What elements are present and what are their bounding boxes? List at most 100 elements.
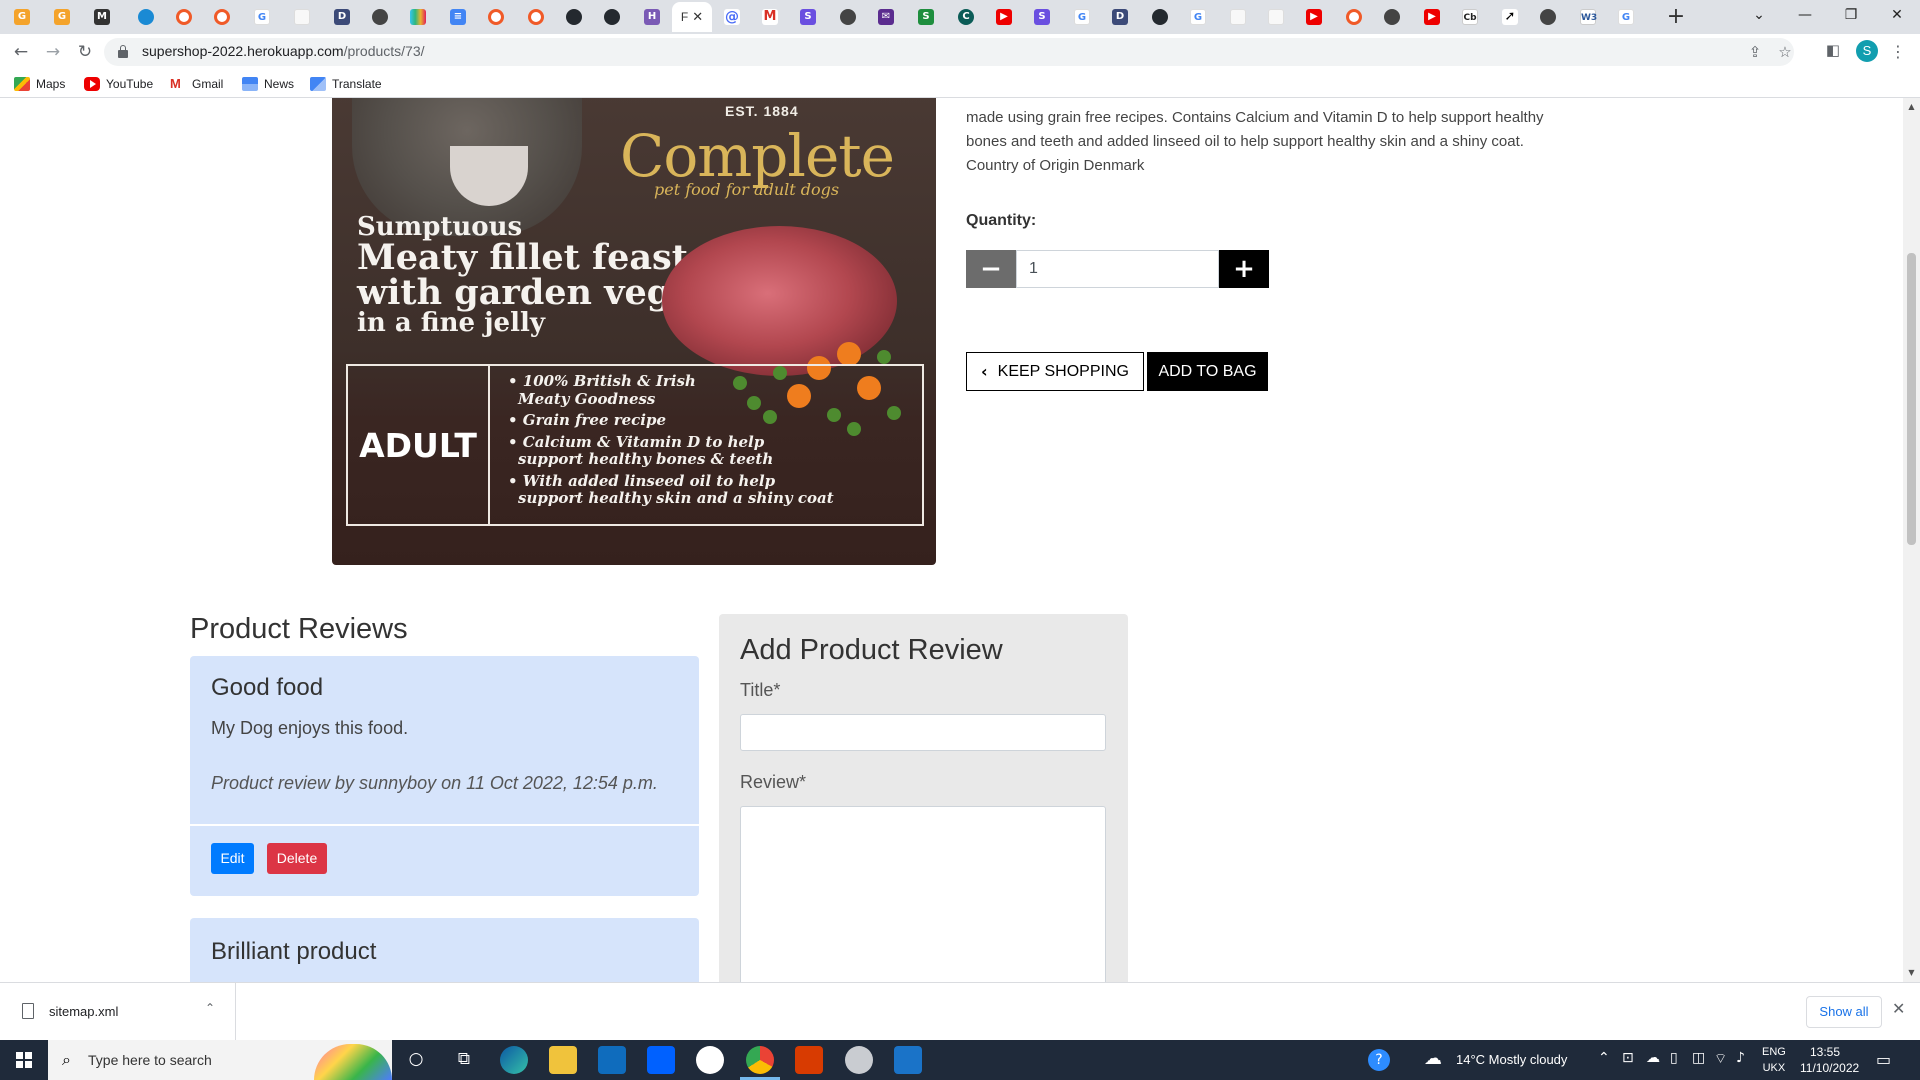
review-title-input[interactable]: [740, 714, 1106, 751]
taskbar-clock[interactable]: 13:55 11/10/2022: [1800, 1044, 1859, 1076]
download-item[interactable]: sitemap.xml ⌃: [0, 983, 236, 1041]
close-tab-icon[interactable]: ✕: [692, 10, 703, 25]
file-explorer-icon[interactable]: [549, 1046, 577, 1074]
office-icon[interactable]: [795, 1046, 823, 1074]
show-all-downloads-button[interactable]: Show all: [1806, 996, 1882, 1028]
browser-tab[interactable]: G: [1180, 2, 1216, 32]
browser-tab[interactable]: ▶: [986, 2, 1022, 32]
browser-tab[interactable]: H: [634, 2, 670, 32]
browser-tab[interactable]: ≡: [440, 2, 476, 32]
browser-tab[interactable]: S: [908, 2, 944, 32]
review-text-area[interactable]: [740, 806, 1106, 982]
browser-tab[interactable]: [1220, 2, 1256, 32]
camera-icon[interactable]: ◫: [1692, 1050, 1705, 1066]
help-icon[interactable]: ?: [1368, 1049, 1390, 1071]
mail-icon[interactable]: [598, 1046, 626, 1074]
browser-tab[interactable]: [478, 2, 514, 32]
browser-tab[interactable]: G: [244, 2, 280, 32]
browser-tab[interactable]: G: [44, 2, 80, 32]
browser-tab[interactable]: [284, 2, 320, 32]
reload-icon[interactable]: ↻: [72, 39, 98, 65]
browser-tab[interactable]: [1258, 2, 1294, 32]
network-icon[interactable]: ⊡: [1622, 1050, 1634, 1066]
new-tab-button[interactable]: +: [1662, 4, 1690, 30]
taskbar-search-box[interactable]: ⌕ Type here to search: [48, 1040, 392, 1080]
browser-tab[interactable]: M: [84, 2, 120, 32]
browser-tab[interactable]: S: [1024, 2, 1060, 32]
scroll-up-icon[interactable]: ▲: [1907, 102, 1916, 111]
browser-tab[interactable]: [556, 2, 592, 32]
browser-tab[interactable]: M: [752, 2, 788, 32]
browser-tab[interactable]: ▶: [1414, 2, 1450, 32]
browser-tab[interactable]: [362, 2, 398, 32]
volume-icon[interactable]: ♪: [1736, 1050, 1745, 1066]
quantity-increment-button[interactable]: +: [1219, 250, 1269, 288]
browser-tab[interactable]: G: [1608, 2, 1644, 32]
browser-tab[interactable]: W3: [1570, 2, 1606, 32]
browser-tab[interactable]: [1336, 2, 1372, 32]
browser-tab[interactable]: [400, 2, 436, 32]
wifi-icon[interactable]: ⌔: [1714, 1050, 1727, 1068]
browser-tab[interactable]: G: [4, 2, 40, 32]
browser-tab[interactable]: ✉: [868, 2, 904, 32]
chevron-up-icon[interactable]: ⌃: [205, 1001, 215, 1015]
edit-review-button[interactable]: Edit: [211, 843, 254, 874]
browser-tab[interactable]: [166, 2, 202, 32]
add-to-bag-button[interactable]: ADD TO BAG: [1147, 352, 1268, 391]
browser-tab[interactable]: [1374, 2, 1410, 32]
menu-icon[interactable]: ⋮: [1888, 39, 1908, 65]
browser-tab[interactable]: S: [790, 2, 826, 32]
dropbox-icon[interactable]: [647, 1046, 675, 1074]
page-scrollbar[interactable]: ▲ ▼: [1903, 98, 1920, 982]
profile-avatar[interactable]: S: [1856, 40, 1878, 62]
browser-tab[interactable]: ➚: [1492, 2, 1528, 32]
tab-search-icon[interactable]: ⌄: [1736, 0, 1782, 32]
bookmark-gmail[interactable]: M Gmail: [170, 75, 223, 93]
browser-tab[interactable]: D: [324, 2, 360, 32]
side-panel-icon[interactable]: ◧: [1822, 39, 1844, 61]
keep-shopping-button[interactable]: ‹ KEEP SHOPPING: [966, 352, 1144, 391]
app-icon[interactable]: [696, 1046, 724, 1074]
forward-icon[interactable]: →: [40, 39, 66, 65]
onedrive-icon[interactable]: ☁: [1646, 1050, 1660, 1066]
quantity-input[interactable]: 1: [1016, 250, 1219, 288]
chrome-icon[interactable]: [746, 1046, 774, 1074]
browser-tab[interactable]: Cb: [1452, 2, 1488, 32]
bookmark-star-icon[interactable]: ☆: [1774, 41, 1796, 63]
browser-tab[interactable]: [518, 2, 554, 32]
battery-icon[interactable]: ▯: [1670, 1050, 1678, 1066]
browser-tab[interactable]: [1530, 2, 1566, 32]
address-bar[interactable]: supershop-2022.herokuapp.com/products/73…: [104, 38, 1794, 66]
browser-tab[interactable]: [830, 2, 866, 32]
language-indicator[interactable]: ENG UKX: [1762, 1044, 1786, 1076]
show-hidden-icons-icon[interactable]: ⌃: [1598, 1050, 1610, 1066]
browser-tab[interactable]: C: [948, 2, 984, 32]
bookmark-translate[interactable]: Translate: [310, 75, 382, 93]
browser-tab[interactable]: @: [714, 2, 750, 32]
bookmark-youtube[interactable]: YouTube: [84, 75, 153, 93]
minimize-button[interactable]: —: [1782, 0, 1828, 32]
browser-tab[interactable]: [204, 2, 240, 32]
app-icon[interactable]: [845, 1046, 873, 1074]
bookmark-maps[interactable]: Maps: [14, 75, 65, 93]
task-view-icon[interactable]: ⧉: [450, 1049, 478, 1069]
close-download-bar-icon[interactable]: ✕: [1892, 999, 1905, 1018]
bookmark-news[interactable]: News: [242, 75, 294, 93]
lock-icon[interactable]: [118, 45, 128, 58]
restore-button[interactable]: ❐: [1828, 0, 1874, 32]
active-browser-tab[interactable]: F ✕: [672, 2, 712, 32]
close-window-button[interactable]: ✕: [1874, 0, 1920, 32]
url-text[interactable]: supershop-2022.herokuapp.com/products/73…: [142, 43, 425, 59]
edge-icon[interactable]: [500, 1046, 528, 1074]
share-icon[interactable]: ⇪: [1744, 41, 1766, 63]
quantity-decrement-button[interactable]: −: [966, 250, 1016, 288]
notifications-icon[interactable]: ▭: [1876, 1050, 1891, 1069]
scroll-thumb[interactable]: [1907, 253, 1916, 545]
browser-tab[interactable]: D: [1102, 2, 1138, 32]
cortana-icon[interactable]: ○: [402, 1049, 430, 1069]
scroll-down-icon[interactable]: ▼: [1907, 968, 1916, 977]
weather-text[interactable]: 14°C Mostly cloudy: [1456, 1052, 1567, 1067]
back-icon[interactable]: ←: [8, 39, 34, 65]
browser-tab[interactable]: [594, 2, 630, 32]
browser-tab[interactable]: ▶: [1296, 2, 1332, 32]
